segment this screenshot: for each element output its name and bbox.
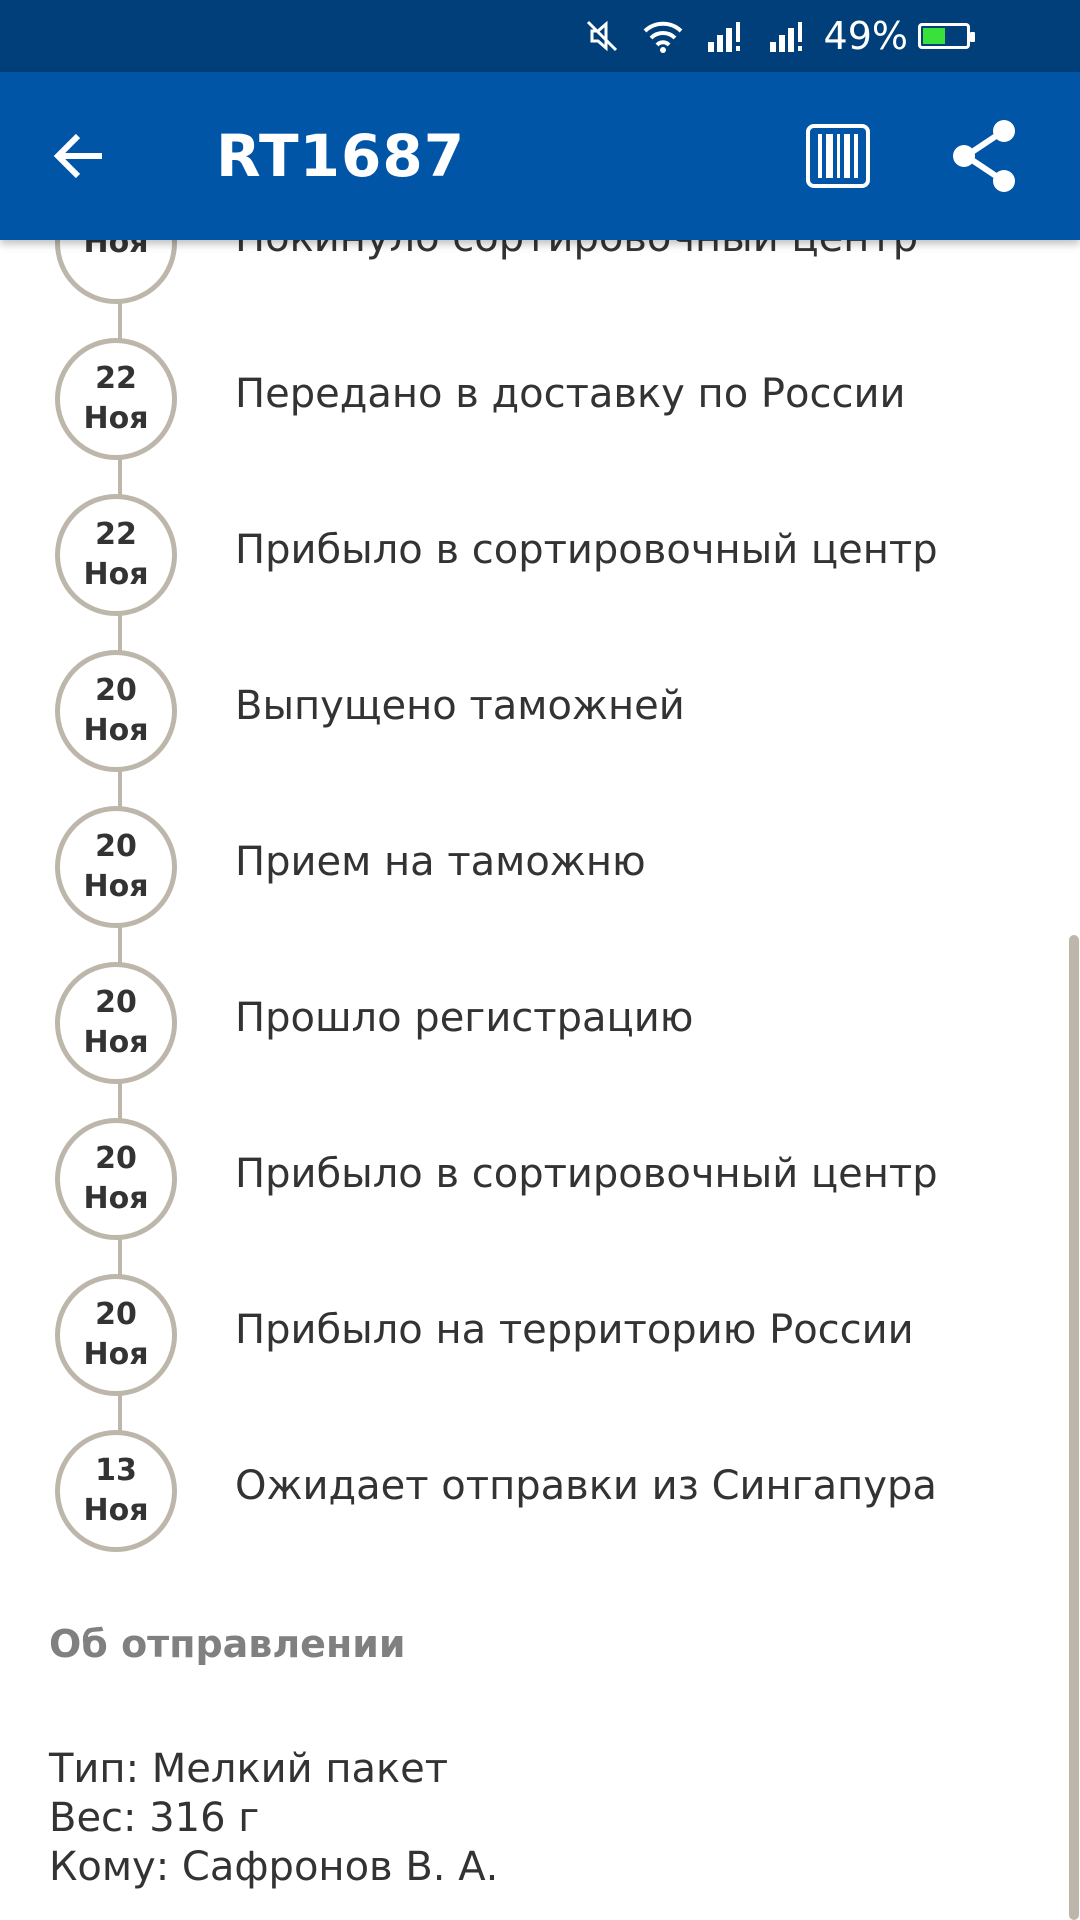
back-button[interactable] — [40, 116, 120, 196]
date-badge: 22 Ноя — [55, 338, 177, 460]
share-button[interactable] — [950, 118, 1020, 194]
timeline-event[interactable]: 20 Ноя Прошло регистрацию — [0, 962, 1080, 1092]
date-day: 22 — [95, 517, 137, 552]
barcode-button[interactable] — [806, 124, 870, 188]
section-title-about: Об отправлении — [49, 1622, 406, 1666]
timeline-event[interactable]: 20 Ноя Выпущено таможней — [0, 650, 1080, 780]
share-icon — [953, 120, 1015, 192]
page-title: RT1687 — [216, 122, 466, 190]
timeline-event[interactable]: 20 Ноя Прибыло на территорию России — [0, 1274, 1080, 1404]
date-day: 20 — [95, 1141, 137, 1176]
date-month: Ноя — [83, 1337, 149, 1372]
shipment-weight: Вес: 316 г — [49, 1795, 260, 1841]
date-badge: 20 Ноя — [55, 1274, 177, 1396]
date-month: Ноя — [83, 240, 149, 260]
shipment-recipient: Кому: Сафронов В. А. — [49, 1844, 499, 1890]
timeline-event[interactable]: 22 Ноя Передано в доставку по России — [0, 338, 1080, 468]
barcode-icon — [806, 124, 870, 188]
event-status: Прием на таможню — [235, 839, 646, 885]
date-badge: 22 Ноя — [55, 494, 177, 616]
date-badge: 20 Ноя — [55, 806, 177, 928]
timeline-event[interactable]: 20 Ноя Прибыло в сортировочный центр — [0, 1118, 1080, 1248]
date-badge: 20 Ноя — [55, 1118, 177, 1240]
battery-icon — [918, 23, 975, 49]
event-status: Покинуло сортировочный центр — [235, 240, 918, 261]
timeline-event[interactable]: Ноя Покинуло сортировочный центр — [0, 240, 1080, 312]
date-badge: 13 Ноя — [55, 1430, 177, 1552]
date-day: 20 — [95, 1297, 137, 1332]
shipment-info: Тип: Мелкий пакет Вес: 316 г Кому: Сафро… — [49, 1745, 498, 1892]
timeline-event[interactable]: 22 Ноя Прибыло в сортировочный центр — [0, 494, 1080, 624]
date-day: 13 — [95, 1453, 137, 1488]
timeline-event[interactable]: 13 Ноя Ожидает отправки из Сингапура — [0, 1430, 1080, 1560]
date-badge: 20 Ноя — [55, 650, 177, 772]
date-day: 20 — [95, 829, 137, 864]
date-month: Ноя — [83, 1181, 149, 1216]
shipment-type: Тип: Мелкий пакет — [49, 1746, 449, 1792]
battery-fill — [923, 28, 945, 44]
wifi-icon — [642, 19, 684, 53]
battery-percent: 49% — [823, 14, 908, 58]
arrow-back-icon — [53, 133, 102, 179]
date-month: Ноя — [83, 869, 149, 904]
scrollbar[interactable] — [1069, 935, 1079, 1920]
date-day: 22 — [95, 361, 137, 396]
date-month: Ноя — [83, 557, 149, 592]
status-bar: 49% — [0, 0, 1080, 72]
event-status: Прошло регистрацию — [235, 995, 694, 1041]
date-badge: Ноя — [55, 240, 177, 304]
event-status: Прибыло на территорию России — [235, 1307, 914, 1353]
signal-icon — [768, 20, 808, 52]
event-status: Прибыло в сортировочный центр — [235, 1151, 938, 1197]
date-month: Ноя — [83, 401, 149, 436]
event-status: Прибыло в сортировочный центр — [235, 527, 938, 573]
app-bar: RT1687 — [0, 72, 1080, 240]
mute-icon — [584, 18, 620, 54]
date-day: 20 — [95, 673, 137, 708]
timeline-event[interactable]: 20 Ноя Прием на таможню — [0, 806, 1080, 936]
date-badge: 20 Ноя — [55, 962, 177, 1084]
date-month: Ноя — [83, 713, 149, 748]
date-month: Ноя — [83, 1493, 149, 1528]
date-day: 20 — [95, 985, 137, 1020]
signal-icon — [706, 20, 746, 52]
event-status: Выпущено таможней — [235, 683, 685, 729]
tracking-timeline: Ноя Покинуло сортировочный центр 22 Ноя Пере… — [0, 240, 1080, 1580]
event-status: Ожидает отправки из Сингапура — [235, 1463, 937, 1509]
event-status: Передано в доставку по России — [235, 371, 906, 417]
date-month: Ноя — [83, 1025, 149, 1060]
